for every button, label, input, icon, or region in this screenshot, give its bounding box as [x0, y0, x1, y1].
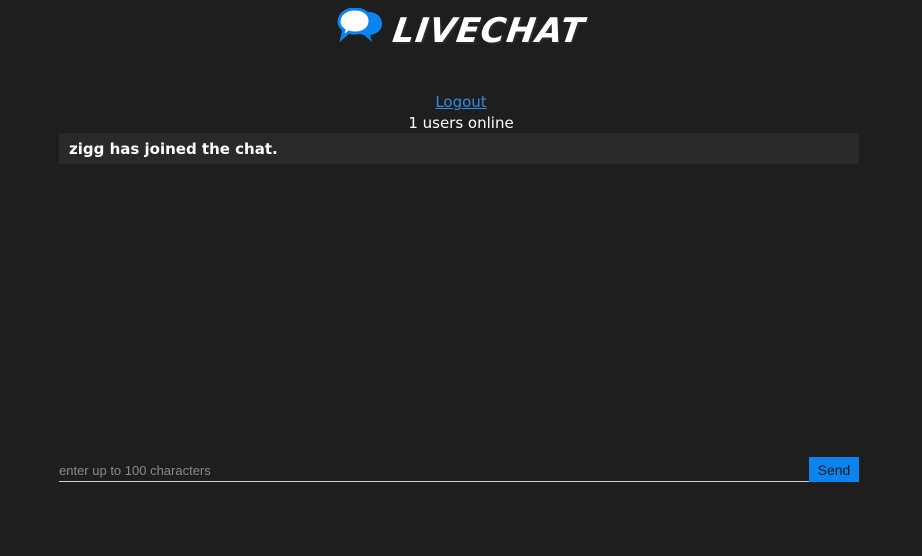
app-header: LIVECHAT	[0, 6, 922, 56]
message-list: zigg has joined the chat.	[59, 133, 859, 433]
chat-bubbles-icon	[337, 8, 383, 43]
logout-link[interactable]: Logout	[435, 93, 486, 111]
users-online-count: 1 users online	[408, 114, 514, 132]
send-button[interactable]: Send	[809, 457, 859, 482]
list-item: zigg has joined the chat.	[59, 133, 859, 164]
message-composer: Send	[59, 457, 859, 482]
logout-row: Logout	[0, 92, 922, 112]
app-logo-text: LIVECHAT	[390, 11, 588, 51]
message-text: zigg has joined the chat.	[69, 139, 278, 158]
message-input[interactable]	[59, 457, 809, 482]
chat-page: LIVECHAT Logout 1 users online zigg has …	[0, 0, 922, 556]
